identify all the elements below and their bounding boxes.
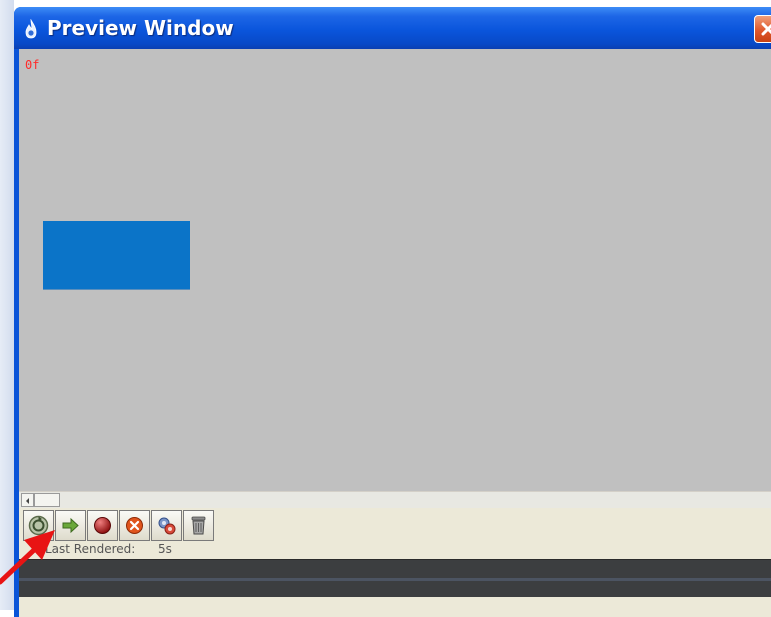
- bottom-panel: [19, 597, 771, 617]
- progress-stripe: [19, 578, 771, 581]
- settings-button[interactable]: [151, 510, 182, 541]
- window-title: Preview Window: [47, 16, 234, 40]
- render-toolbar: [19, 508, 771, 542]
- settings-icon: [158, 517, 176, 535]
- scroll-left-button[interactable]: [21, 493, 34, 507]
- title-bar[interactable]: Preview Window: [14, 7, 771, 49]
- status-bar: Last Rendered: 5s: [19, 542, 771, 559]
- clear-cache-button[interactable]: [183, 510, 214, 541]
- annotation-arrow-icon: [0, 530, 55, 585]
- flame-icon: [23, 18, 39, 39]
- trash-icon: [191, 516, 206, 535]
- stop-icon: [126, 517, 143, 534]
- close-button[interactable]: [754, 15, 771, 43]
- stop-button[interactable]: [119, 510, 150, 541]
- render-progress-track: [19, 559, 771, 598]
- preview-window: Preview Window 0f Last Rendered: 5s: [14, 7, 771, 617]
- desktop-edge: [0, 0, 14, 610]
- scroll-thumb[interactable]: [34, 493, 60, 507]
- client-area: 0f Last Rendered: 5s: [19, 49, 771, 617]
- preview-shape: [43, 221, 190, 289]
- preview-canvas[interactable]: 0f: [19, 49, 771, 491]
- frame-counter: 0f: [25, 58, 40, 72]
- record-icon: [94, 517, 111, 534]
- horizontal-scrollbar[interactable]: [19, 491, 771, 509]
- last-rendered-value: 5s: [158, 542, 172, 556]
- arrow-left-icon: [26, 498, 29, 504]
